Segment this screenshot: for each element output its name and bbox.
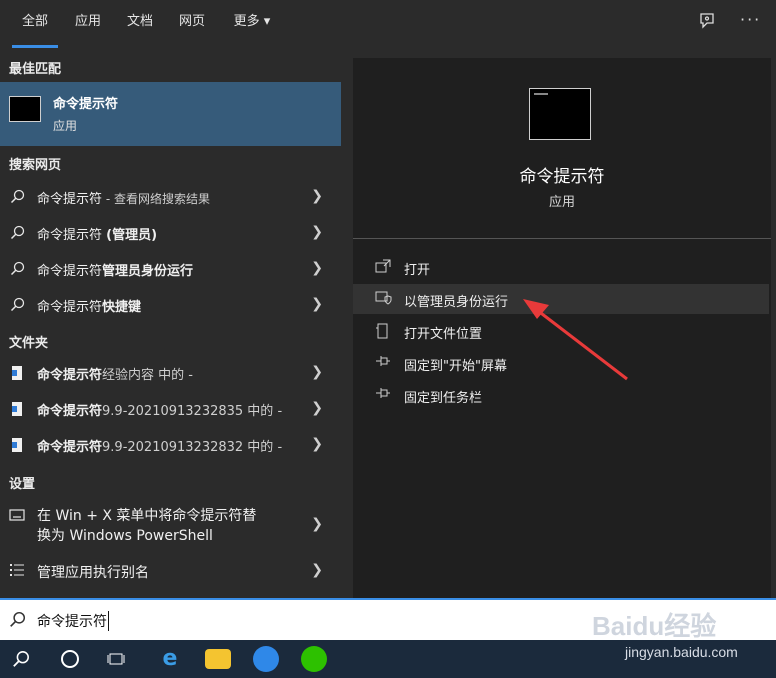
settings-text-line2: 换为 Windows PowerShell — [37, 528, 213, 544]
action-label: 以管理员身份运行 — [404, 295, 509, 310]
list-item[interactable]: 命令提示符 (管理员) ❯ — [0, 216, 341, 250]
sogou-browser-icon[interactable] — [253, 646, 279, 672]
result-text: 命令提示符 — [37, 368, 103, 383]
section-web: 搜索网页 — [9, 158, 62, 173]
result-suffix: (管理员) — [106, 228, 158, 243]
keyboard-icon — [9, 509, 25, 525]
document-icon — [9, 365, 25, 381]
divider — [353, 238, 771, 239]
settings-item-alias[interactable]: 管理应用执行别名 ❯ — [0, 554, 341, 588]
cmd-app-icon — [9, 96, 41, 122]
tab-apps[interactable]: 应用 — [70, 0, 106, 48]
search-box[interactable]: 命令提示符 Baidu经验 — [0, 598, 776, 642]
section-best-match: 最佳匹配 — [9, 62, 62, 77]
wechat-icon[interactable] — [301, 646, 327, 672]
search-icon — [9, 297, 25, 313]
search-icon — [9, 261, 25, 277]
filter-bar: 全部 应用 文档 网页 更多 ▾ ··· — [0, 0, 776, 50]
chevron-right-icon[interactable]: ❯ — [311, 436, 323, 452]
tab-more[interactable]: 更多 ▾ — [226, 0, 278, 48]
list-icon — [9, 563, 25, 579]
annotation-arrow — [523, 299, 628, 381]
best-match-item[interactable]: 命令提示符 应用 — [0, 82, 341, 146]
list-item[interactable]: 命令提示符9.9-20210913232832 中的 - ❯ — [0, 428, 341, 462]
chevron-right-icon[interactable]: ❯ — [311, 562, 323, 578]
more-icon[interactable]: ··· — [740, 10, 761, 29]
results-list: 最佳匹配 命令提示符 应用 搜索网页 命令提示符 - 查看网络搜索结果 ❯ 命令… — [0, 50, 341, 598]
settings-item-winx[interactable]: 在 Win + X 菜单中将命令提示符替 换为 Windows PowerShel… — [0, 500, 341, 548]
search-icon[interactable] — [12, 650, 30, 672]
search-icon — [9, 611, 26, 632]
result-text: 命令提示符 — [37, 440, 103, 455]
chevron-right-icon[interactable]: ❯ — [311, 296, 323, 312]
edge-icon[interactable]: e — [157, 646, 183, 672]
document-icon — [9, 437, 25, 453]
taskbar: e jingyan.baidu.com — [0, 640, 776, 678]
action-label: 打开文件位置 — [404, 327, 483, 342]
file-explorer-icon[interactable] — [205, 649, 231, 669]
chevron-right-icon[interactable]: ❯ — [311, 364, 323, 380]
open-icon — [375, 259, 391, 277]
document-icon — [9, 401, 25, 417]
list-item[interactable]: 命令提示符管理员身份运行 ❯ — [0, 252, 341, 286]
search-icon — [9, 225, 25, 241]
action-label: 打开 — [404, 263, 431, 278]
settings-text-line1: 在 Win + X 菜单中将命令提示符替 — [37, 508, 257, 524]
list-item[interactable]: 命令提示符 - 查看网络搜索结果 ❯ — [0, 180, 341, 214]
settings-text: 管理应用执行别名 — [37, 565, 149, 581]
result-suffix: 9.9-20210913232832 中的 - — [102, 440, 283, 455]
shield-icon — [375, 291, 393, 309]
action-label: 固定到"开始"屏幕 — [404, 359, 507, 374]
search-input[interactable]: 命令提示符 — [37, 611, 109, 631]
result-text: 命令提示符 — [37, 300, 103, 315]
action-label: 固定到任务栏 — [404, 391, 483, 406]
feedback-icon[interactable] — [698, 12, 716, 34]
result-suffix: 快捷键 — [102, 300, 142, 315]
chevron-right-icon[interactable]: ❯ — [311, 188, 323, 204]
tab-documents[interactable]: 文档 — [122, 0, 158, 48]
chevron-right-icon[interactable]: ❯ — [311, 516, 323, 532]
tab-web[interactable]: 网页 — [174, 0, 210, 48]
best-match-subtitle: 应用 — [53, 119, 78, 133]
cmd-large-icon — [529, 88, 591, 140]
watermark-brand: Baidu经验 — [592, 611, 717, 641]
result-text: 命令提示符 — [37, 404, 103, 419]
result-suffix: 经验内容 中的 - — [102, 368, 193, 383]
best-match-title: 命令提示符 — [53, 97, 119, 112]
action-open[interactable]: 打开 — [353, 252, 770, 282]
search-icon — [9, 189, 25, 205]
detail-subtitle: 应用 — [548, 195, 575, 210]
result-suffix: - 查看网络搜索结果 — [102, 192, 210, 206]
result-suffix: 管理员身份运行 — [102, 264, 194, 279]
list-item[interactable]: 命令提示符9.9-20210913232835 中的 - ❯ — [0, 392, 341, 426]
watermark-url: jingyan.baidu.com — [625, 644, 738, 660]
file-location-icon — [375, 323, 389, 343]
detail-title: 命令提示符 — [519, 167, 605, 187]
task-view-icon[interactable] — [107, 651, 125, 671]
result-text: 命令提示符 — [37, 228, 107, 243]
result-suffix: 9.9-20210913232835 中的 - — [102, 404, 283, 419]
pin-icon — [375, 355, 391, 371]
cortana-icon[interactable] — [61, 650, 79, 668]
chevron-right-icon[interactable]: ❯ — [311, 400, 323, 416]
list-item[interactable]: 命令提示符快捷键 ❯ — [0, 288, 341, 322]
result-text: 命令提示符 — [37, 264, 103, 279]
chevron-right-icon[interactable]: ❯ — [311, 260, 323, 276]
section-folders: 文件夹 — [9, 336, 49, 351]
pin-icon — [375, 387, 391, 403]
tab-all[interactable]: 全部 — [12, 0, 58, 48]
list-item[interactable]: 命令提示符经验内容 中的 - ❯ — [0, 356, 341, 390]
result-text: 命令提示符 — [37, 192, 103, 207]
chevron-right-icon[interactable]: ❯ — [311, 224, 323, 240]
section-settings: 设置 — [9, 477, 36, 492]
